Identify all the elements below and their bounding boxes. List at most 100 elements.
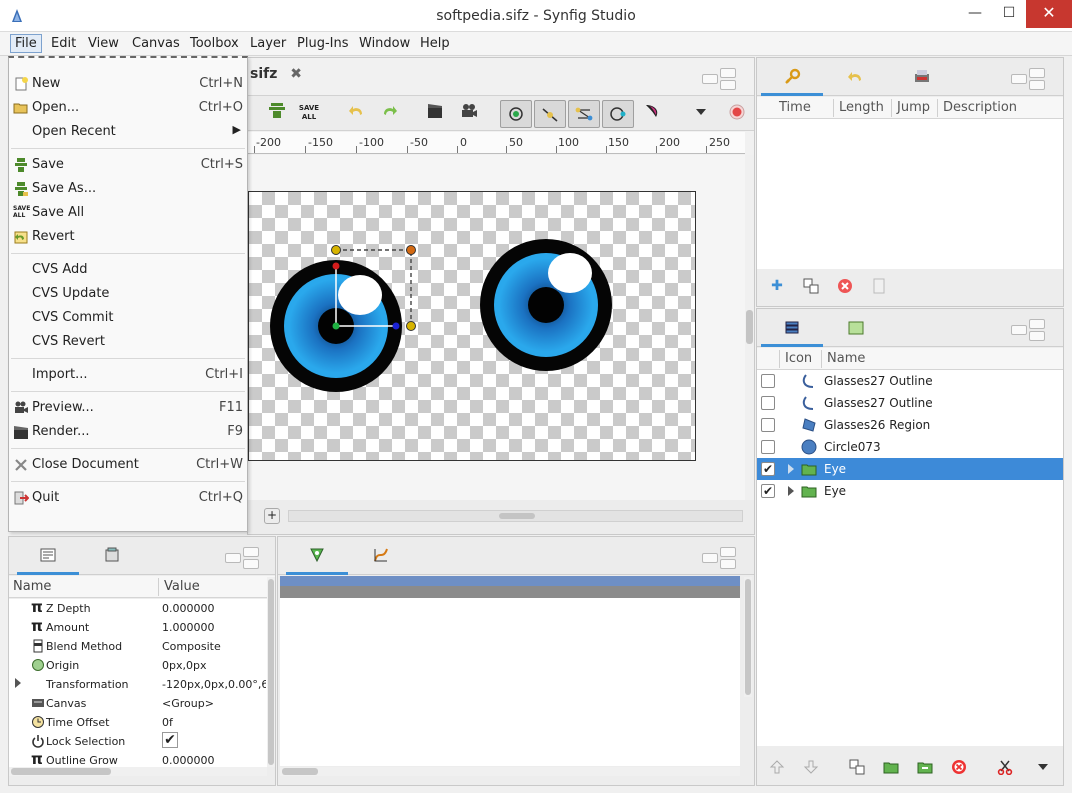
remove-keyframe-icon[interactable] — [835, 278, 855, 298]
close-tab-icon[interactable]: ✖ — [290, 66, 302, 82]
tab-canvas-browser[interactable] — [891, 62, 953, 96]
zoom-in-icon[interactable]: + — [264, 508, 280, 524]
layer-row[interactable]: Glasses26 Region — [757, 414, 1063, 436]
menu-item-cvs-add[interactable]: CVS Add — [9, 259, 247, 281]
keyframes-list[interactable] — [757, 119, 1063, 269]
canvas-work-area[interactable] — [248, 155, 745, 500]
menu-item-save-all[interactable]: SAVE ALL Save All — [9, 202, 247, 224]
redo-icon[interactable] — [376, 102, 402, 126]
menu-item-quit[interactable]: Quit Ctrl+Q — [9, 487, 247, 509]
menu-item-open[interactable]: Open... Ctrl+O — [9, 97, 247, 119]
menu-item-render[interactable]: Render... F9 — [9, 421, 247, 443]
canvas-drawing[interactable] — [248, 155, 745, 500]
timetrack-vertical-scrollbar[interactable] — [744, 577, 752, 697]
save-all-tool-icon[interactable]: SAVE ALL — [296, 102, 322, 126]
layers-more-dropdown-icon[interactable] — [1033, 759, 1053, 779]
tab-curves[interactable] — [350, 541, 412, 575]
toggle-position-handles-icon[interactable] — [500, 100, 532, 128]
layer-visibility-checkbox[interactable] — [761, 374, 775, 388]
kf-col-time[interactable]: Time — [779, 100, 811, 115]
menu-item-import[interactable]: Import... Ctrl+I — [9, 364, 247, 386]
menu-item-cvs-revert[interactable]: CVS Revert — [9, 331, 247, 353]
menu-item-save-as[interactable]: Save As... — [9, 178, 247, 200]
menu-item-save[interactable]: Save Ctrl+S — [9, 154, 247, 176]
menu-item-revert[interactable]: Revert — [9, 226, 247, 248]
menu-view[interactable]: View — [84, 35, 123, 52]
lock-selection-checkbox[interactable]: ✔ — [162, 732, 178, 748]
toggle-tangent-handles-icon[interactable] — [534, 100, 566, 128]
kf-col-description[interactable]: Description — [943, 100, 1017, 115]
layer-row[interactable]: Circle073 — [757, 436, 1063, 458]
maximize-button[interactable]: ☐ — [992, 0, 1026, 28]
tab-history[interactable] — [825, 62, 887, 96]
dock-buttons[interactable] — [1011, 68, 1051, 90]
document-tab[interactable]: sifz ✖ — [248, 66, 302, 94]
add-keyframe-icon[interactable]: ✚ — [767, 278, 787, 298]
menu-item-new[interactable]: New Ctrl+N — [9, 73, 247, 95]
param-row-time-offset[interactable]: Time Offset 0f — [9, 713, 267, 732]
animation-mode-icon[interactable] — [724, 102, 750, 126]
param-row-z-depth[interactable]: π Z Depth 0.000000 — [9, 598, 267, 618]
canvas-vertical-scrollbar[interactable] — [745, 155, 754, 500]
layer-row[interactable]: Glasses27 Outline — [757, 392, 1063, 414]
group-layer-icon[interactable] — [881, 759, 901, 779]
expand-triangle-icon[interactable] — [788, 486, 794, 496]
menu-edit[interactable]: Edit — [47, 35, 80, 52]
tab-sets[interactable] — [825, 313, 887, 347]
param-row-lock-selection[interactable]: Lock Selection ✔ — [9, 732, 267, 751]
param-row-origin[interactable]: Origin 0px,0px — [9, 656, 267, 675]
layer-row-selected[interactable]: ✔ Eye — [757, 458, 1063, 480]
menu-item-preview[interactable]: Preview... F11 — [9, 397, 247, 419]
menu-item-cvs-commit[interactable]: CVS Commit — [9, 307, 247, 329]
dock-buttons[interactable] — [225, 547, 265, 569]
menu-file[interactable]: File — [10, 34, 42, 53]
menu-toolbox[interactable]: Toolbox — [186, 35, 243, 52]
right-eye[interactable] — [480, 239, 612, 371]
tab-params[interactable] — [17, 541, 79, 575]
undo-icon[interactable] — [344, 102, 370, 126]
kf-col-jump[interactable]: Jump — [897, 100, 930, 115]
toggle-radius-handles-icon[interactable] — [602, 100, 634, 128]
layer-visibility-checkbox[interactable] — [761, 418, 775, 432]
timetrack-row-selected[interactable] — [280, 586, 740, 598]
menu-item-close-document[interactable]: Close Document Ctrl+W — [9, 454, 247, 476]
timetrack-body[interactable] — [280, 598, 740, 766]
delete-layer-icon[interactable] — [949, 759, 969, 779]
tab-timetrack[interactable] — [286, 541, 348, 575]
params-vertical-scrollbar[interactable] — [267, 577, 275, 767]
keyframe-properties-icon[interactable] — [869, 278, 889, 298]
layers-col-name[interactable]: Name — [827, 351, 865, 366]
expand-triangle-icon[interactable] — [15, 678, 21, 688]
toggle-vertex-handles-icon[interactable] — [568, 100, 600, 128]
layers-col-icon[interactable]: Icon — [785, 351, 812, 366]
menu-window[interactable]: Window — [355, 35, 414, 52]
menu-item-cvs-update[interactable]: CVS Update — [9, 283, 247, 305]
ungroup-layer-icon[interactable] — [915, 759, 935, 779]
timetrack-time-bar[interactable] — [280, 576, 740, 586]
param-row-blend-method[interactable]: Blend Method Composite — [9, 637, 267, 656]
lower-layer-icon[interactable] — [801, 759, 821, 779]
dock-buttons[interactable] — [702, 547, 742, 569]
menu-item-open-recent[interactable]: Open Recent ▶ — [9, 121, 247, 143]
canvas-horizontal-scrollbar[interactable] — [288, 510, 743, 522]
params-horizontal-scrollbar[interactable] — [9, 767, 267, 776]
preview-camera-icon[interactable] — [456, 102, 482, 126]
kf-col-length[interactable]: Length — [839, 100, 884, 115]
save-tool-icon[interactable] — [264, 102, 290, 126]
duplicate-layer-icon[interactable] — [847, 759, 867, 779]
tab-keyframes[interactable] — [761, 62, 823, 96]
menu-layer[interactable]: Layer — [246, 35, 290, 52]
layer-visibility-checkbox[interactable]: ✔ — [761, 484, 775, 498]
minimize-button[interactable]: — — [958, 0, 992, 28]
layer-row[interactable]: ✔ Eye — [757, 480, 1063, 502]
cut-layer-icon[interactable] — [995, 759, 1015, 779]
layers-list[interactable]: Glasses27 Outline Glasses27 Outline Glas… — [757, 370, 1063, 746]
menu-plugins[interactable]: Plug-Ins — [293, 35, 352, 52]
tab-library[interactable] — [81, 541, 143, 575]
tab-layers[interactable] — [761, 313, 823, 347]
param-row-amount[interactable]: π Amount 1.000000 — [9, 617, 267, 637]
raise-layer-icon[interactable] — [767, 759, 787, 779]
render-clapper-icon[interactable] — [422, 102, 448, 126]
menu-canvas[interactable]: Canvas — [128, 35, 184, 52]
param-row-canvas[interactable]: Canvas <Group> — [9, 694, 267, 713]
